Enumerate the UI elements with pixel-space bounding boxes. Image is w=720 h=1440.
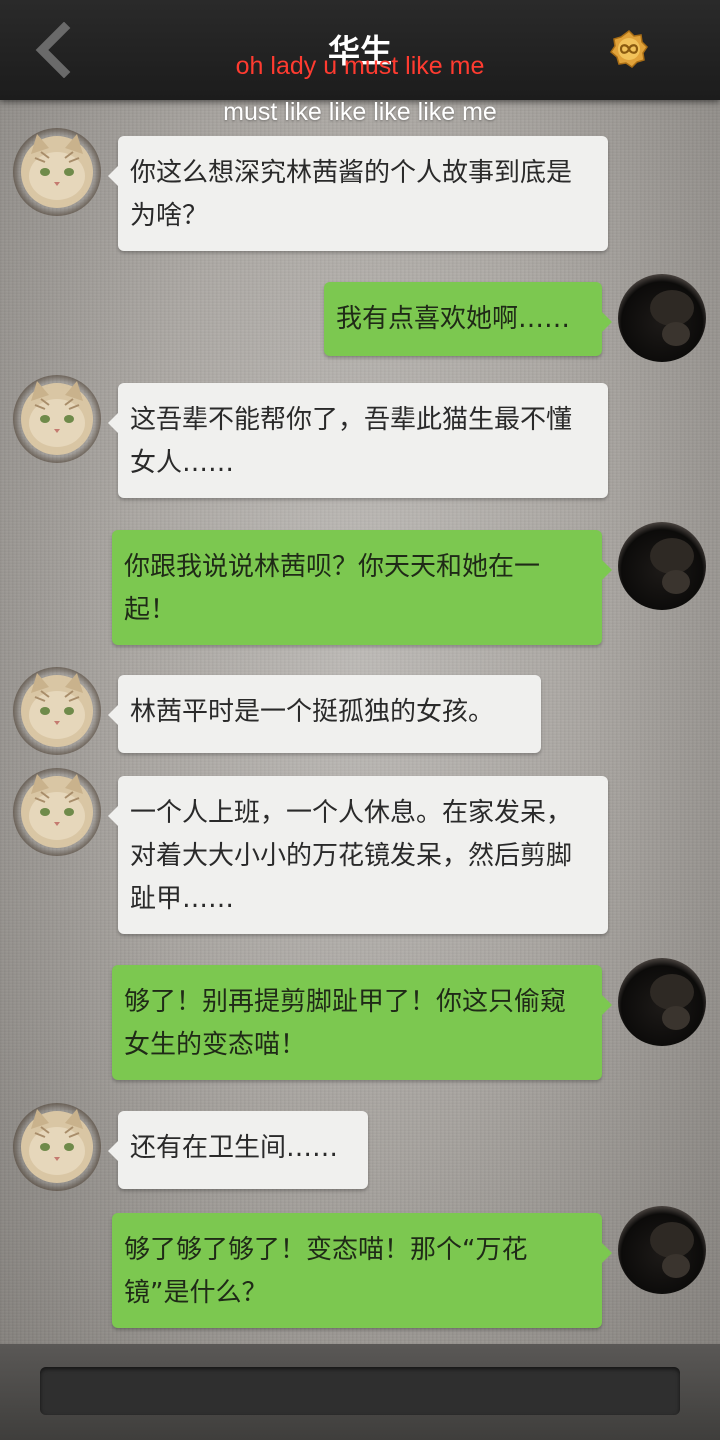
caption-overlay-red: oh lady u must like me bbox=[235, 52, 485, 80]
dark-profile-icon bbox=[650, 290, 694, 346]
user-avatar[interactable] bbox=[618, 274, 706, 362]
dark-profile-icon bbox=[650, 538, 694, 594]
cat-avatar[interactable] bbox=[13, 768, 101, 856]
cat-avatar[interactable] bbox=[13, 667, 101, 755]
cat-message-bubble: 这吾辈不能帮你了，吾辈此猫生最不懂女人…… bbox=[108, 383, 608, 498]
user-avatar[interactable] bbox=[618, 1206, 706, 1294]
cat-message-bubble: 一个人上班，一个人休息。在家发呆，对着大大小小的万花镜发呆，然后剪脚趾甲…… bbox=[108, 776, 608, 934]
user-message-bubble: 够了够了够了！变态喵！那个“万花镜”是什么？ bbox=[112, 1213, 612, 1328]
cat-message-bubble: 还有在卫生间…… bbox=[108, 1111, 368, 1189]
cat-face-icon bbox=[21, 1109, 93, 1183]
user-avatar[interactable] bbox=[618, 522, 706, 610]
cat-face-icon bbox=[21, 673, 93, 747]
user-message-bubble: 够了！别再提剪脚趾甲了！你这只偷窥女生的变态喵！ bbox=[112, 965, 612, 1080]
caption-overlay-white: must like like like like me bbox=[223, 98, 497, 126]
cat-face-icon bbox=[21, 134, 93, 208]
top-bar: 华生 bbox=[0, 0, 720, 100]
user-avatar[interactable] bbox=[618, 958, 706, 1046]
cat-message-bubble: 你这么想深究林茜酱的个人故事到底是为啥？ bbox=[108, 136, 608, 251]
cat-message-bubble: 林茜平时是一个挺孤独的女孩。 bbox=[108, 675, 541, 753]
cat-face-icon bbox=[21, 381, 93, 455]
cat-avatar[interactable] bbox=[13, 128, 101, 216]
cat-avatar[interactable] bbox=[13, 1103, 101, 1191]
reply-input[interactable] bbox=[40, 1367, 680, 1415]
cat-avatar[interactable] bbox=[13, 375, 101, 463]
user-message-bubble: 你跟我说说林茜呗？你天天和她在一起！ bbox=[112, 530, 612, 645]
dark-profile-icon bbox=[650, 1222, 694, 1278]
cat-face-icon bbox=[21, 774, 93, 848]
user-message-bubble: 我有点喜欢她啊…… bbox=[324, 282, 612, 356]
dark-profile-icon bbox=[650, 974, 694, 1030]
